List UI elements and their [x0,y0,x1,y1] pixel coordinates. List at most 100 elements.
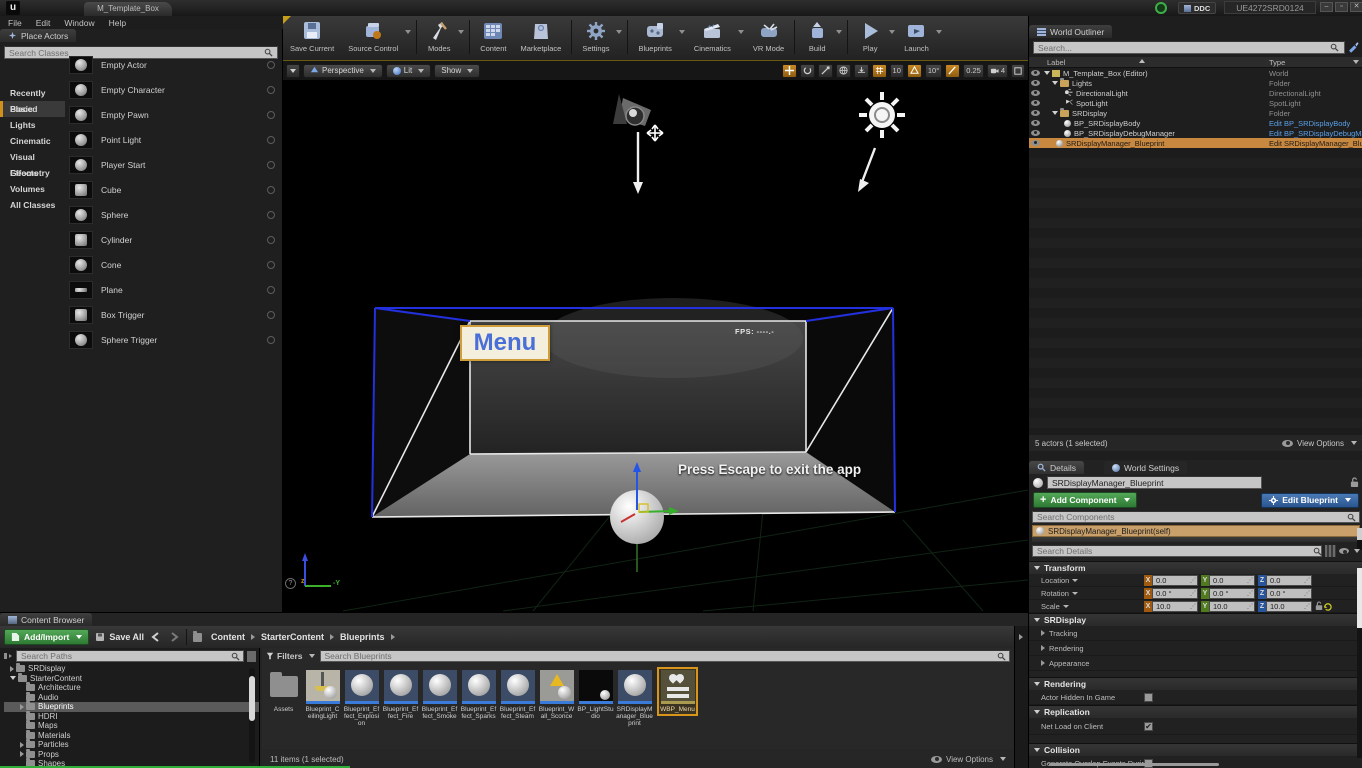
visibility-eye-icon[interactable] [1031,130,1040,136]
asset-item[interactable]: Blueprint_Effect_Explosion [343,670,380,727]
forward-arrow-icon[interactable] [168,632,180,642]
chevron-down-icon[interactable] [679,30,685,34]
rotation-z-field[interactable]: 0.0 ° [1266,588,1312,599]
asset-item[interactable]: Blueprint_Effect_Sparks [460,670,497,720]
play-button[interactable]: Play [851,16,889,60]
scale-x-field[interactable]: 10.0 [1152,601,1198,612]
spotlight-actor[interactable] [613,94,663,194]
list-item[interactable]: Cylinder [65,227,283,252]
chevron-down-icon[interactable] [889,30,895,34]
list-item[interactable]: Empty Character [65,77,283,102]
breadcrumb-content[interactable]: Content [211,632,245,642]
camera-speed-button[interactable]: 4 [987,64,1008,78]
visibility-eye-icon[interactable] [1031,100,1040,106]
edit-blueprint-link[interactable]: Edit SRDisplayManager_Blue [1269,139,1362,148]
reset-icon[interactable] [1323,602,1332,611]
asset-item[interactable]: Blueprint_Effect_Smoke [421,670,458,720]
scene-3d[interactable] [283,80,1028,612]
category-basic[interactable]: Basic [0,101,65,117]
menu-file[interactable]: File [8,18,22,28]
list-item[interactable]: Point Light [65,127,283,152]
lit-button[interactable]: Lit [386,64,431,78]
rotate-tool-button[interactable] [800,64,815,78]
list-item[interactable]: Empty Pawn [65,102,283,127]
list-view-icon[interactable] [247,651,256,662]
grid-snap-value[interactable]: 10 [890,64,904,78]
ddc-button[interactable]: DDC [1178,2,1216,14]
chevron-down-icon[interactable] [738,30,744,34]
actor-name-field[interactable] [1047,476,1262,489]
sun-light-actor[interactable] [858,92,905,192]
category-all-classes[interactable]: All Classes [0,197,65,213]
asset-item[interactable]: Blueprint_CeilingLight [304,670,341,720]
tab-world-settings[interactable]: World Settings [1104,461,1187,474]
folder-maps[interactable]: Maps [4,721,259,731]
cinematics-button[interactable]: Cinematics [687,16,738,60]
folder-props[interactable]: Props [4,750,259,760]
visibility-eye-icon[interactable] [1031,140,1040,146]
table-row[interactable]: SRDisplayFolder [1029,108,1362,118]
menu-edit[interactable]: Edit [36,18,51,28]
breadcrumb-blueprints[interactable]: Blueprints [340,632,385,642]
list-item[interactable]: Sphere [65,202,283,227]
table-row[interactable]: M_Template_Box (Editor)World [1029,68,1362,78]
edit-blueprint-link[interactable]: Edit BP_SRDisplayBody [1269,119,1350,128]
details-scrollbar[interactable] [1357,568,1362,758]
category-volumes[interactable]: Volumes [0,181,65,197]
outliner-settings-icon[interactable] [1348,42,1359,53]
scale-snap-value[interactable]: 0.25 [963,64,984,78]
section-rendering[interactable]: Rendering [1029,677,1362,690]
scale-snap-toggle[interactable] [945,64,960,78]
category-cinematic[interactable]: Cinematic [0,133,65,149]
srdisplay-tracking-row[interactable]: Tracking [1029,626,1362,641]
component-self-row[interactable]: SRDisplayManager_Blueprint(self) [1032,525,1360,537]
table-row[interactable]: SpotLightSpotLight [1029,98,1362,108]
display-filter-button[interactable] [1339,548,1360,554]
location-x-field[interactable]: 0.0 [1152,575,1198,586]
list-item[interactable]: Plane [65,277,283,302]
chevron-down-icon[interactable] [836,30,842,34]
rotation-snap-toggle[interactable] [907,64,922,78]
list-item[interactable]: Sphere Trigger [65,327,283,352]
table-row[interactable]: DirectionalLightDirectionalLight [1029,88,1362,98]
translate-tool-button[interactable] [782,64,797,78]
search-assets-input[interactable] [320,650,1010,662]
actor-hidden-checkbox[interactable] [1144,693,1153,702]
minimize-button[interactable]: – [1320,2,1333,12]
folder-materials[interactable]: Materials [4,731,259,741]
search-components-input[interactable] [1032,511,1360,523]
view-options-button[interactable]: View Options [1282,439,1357,448]
category-recently-placed[interactable]: Recently Placed [0,85,65,101]
filters-button[interactable]: Filters [266,651,315,661]
list-item[interactable]: Cone [65,252,283,277]
horizontal-scrollbar[interactable] [1049,763,1219,766]
search-paths-input[interactable] [16,650,244,662]
folder-blueprints[interactable]: Blueprints [4,702,259,712]
collections-sliver[interactable] [1014,626,1028,768]
location-z-field[interactable]: 0.0 [1266,575,1312,586]
srdisplay-appearance-row[interactable]: Appearance [1029,656,1362,671]
scale-lock-icon[interactable] [1315,601,1323,611]
content-browser-tab[interactable]: Content Browser [0,613,92,626]
asset-item[interactable]: SRDisplayManager_Blueprint [616,670,653,727]
location-y-field[interactable]: 0.0 [1209,575,1255,586]
folder-startercontent[interactable]: StarterContent [4,674,259,684]
save-current-button[interactable]: Save Current [283,16,341,60]
outliner-search-input[interactable] [1033,41,1345,54]
chevron-down-icon[interactable] [405,30,411,34]
category-visual-effects[interactable]: Visual Effects [0,149,65,165]
save-all-button[interactable]: Save All [95,632,144,642]
list-item[interactable]: Empty Actor [65,52,283,77]
table-row[interactable]: BP_SRDisplayBodyEdit BP_SRDisplayBody [1029,118,1362,128]
visibility-eye-icon[interactable] [1031,70,1040,76]
folder-srdisplay[interactable]: SRDisplay [4,664,259,674]
asset-folder-assets[interactable]: Assets [265,670,302,713]
list-item[interactable]: Cube [65,177,283,202]
menu-window[interactable]: Window [64,18,94,28]
section-replication[interactable]: Replication [1029,705,1362,718]
visibility-eye-icon[interactable] [1031,80,1040,86]
place-actors-tab[interactable]: Place Actors [0,29,76,42]
folder-audio[interactable]: Audio [4,693,259,703]
section-collision[interactable]: Collision [1029,743,1362,756]
content-button[interactable]: Content [473,16,513,60]
